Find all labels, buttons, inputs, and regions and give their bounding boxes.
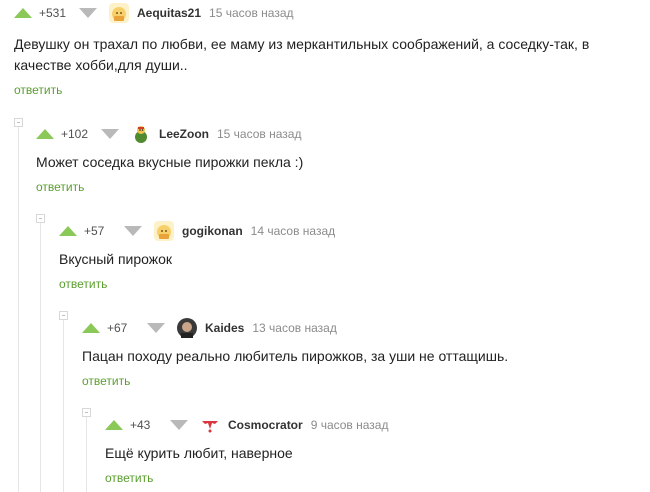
username[interactable]: Kaides xyxy=(205,321,244,335)
thread-line xyxy=(18,124,19,492)
username[interactable]: gogikonan xyxy=(182,224,243,238)
upvote-arrow-icon[interactable] xyxy=(105,420,123,430)
user-avatar[interactable] xyxy=(154,221,174,241)
username[interactable]: Cosmocrator xyxy=(228,418,303,432)
comment-time: 13 часов назад xyxy=(252,321,337,335)
cartoon-avatar-icon xyxy=(131,124,151,144)
comment-rating: +67 xyxy=(107,321,128,335)
username[interactable]: LeeZoon xyxy=(159,127,209,141)
comment-rating: +102 xyxy=(61,127,89,141)
comment-rating: +531 xyxy=(39,6,67,20)
reply-link[interactable]: ответить xyxy=(82,374,130,388)
comment-rating: +43 xyxy=(130,418,151,432)
comment-time: 14 часов назад xyxy=(250,224,336,238)
logo-avatar-icon xyxy=(200,415,220,435)
reply-link[interactable]: ответить xyxy=(105,471,153,485)
comment-time: 9 часов назад xyxy=(310,418,389,432)
upvote-arrow-icon[interactable] xyxy=(82,323,100,333)
default-avatar-icon xyxy=(109,3,129,23)
downvote-arrow-icon[interactable] xyxy=(170,420,188,430)
upvote-arrow-icon[interactable] xyxy=(14,8,32,18)
collapse-toggle[interactable] xyxy=(59,311,68,320)
comment-header: +102 LeeZoon 15 часов назад xyxy=(36,124,301,144)
downvote-arrow-icon[interactable] xyxy=(147,323,165,333)
collapse-toggle[interactable] xyxy=(82,408,91,417)
comment-text: Девушку он трахал по любви, ее маму из м… xyxy=(14,36,590,73)
default-avatar-icon xyxy=(154,221,174,241)
upvote-arrow-icon[interactable] xyxy=(59,226,77,236)
thread-line xyxy=(63,318,64,492)
upvote-arrow-icon[interactable] xyxy=(36,129,54,139)
thread-line xyxy=(86,414,87,492)
downvote-arrow-icon[interactable] xyxy=(101,129,119,139)
comment-header: +67 Kaides 13 часов назад xyxy=(82,318,337,338)
downvote-arrow-icon[interactable] xyxy=(79,8,97,18)
user-avatar[interactable] xyxy=(177,318,197,338)
reply-link[interactable]: ответить xyxy=(36,180,84,194)
comment-time: 15 часов назад xyxy=(217,127,302,141)
reply-link[interactable]: ответить xyxy=(14,83,62,97)
collapse-toggle[interactable] xyxy=(14,118,23,127)
downvote-arrow-icon[interactable] xyxy=(124,226,142,236)
photo-avatar-icon xyxy=(177,318,197,338)
reply-link[interactable]: ответить xyxy=(59,277,107,291)
user-avatar[interactable] xyxy=(109,3,129,23)
thread-line xyxy=(40,220,41,492)
user-avatar[interactable] xyxy=(200,415,220,435)
username[interactable]: Aequitas21 xyxy=(137,6,201,20)
comment-time: 15 часов назад xyxy=(209,6,294,20)
comment-rating: +57 xyxy=(84,224,105,238)
comment-header: +531 Aequitas21 15 часов назад xyxy=(14,3,294,23)
collapse-toggle[interactable] xyxy=(36,214,45,223)
comment-text: Может соседка вкусные пирожки пекла :) xyxy=(36,154,304,170)
user-avatar[interactable] xyxy=(131,124,151,144)
comment-header: +57 gogikonan 14 часов назад xyxy=(59,221,335,241)
comment-text: Пацан походу реально любитель пирожков, … xyxy=(82,348,509,364)
comment-header: +43 Cosmocrator 9 часов назад xyxy=(105,415,388,435)
comment-text: Ещё курить любит, наверное xyxy=(105,445,293,461)
comment-text: Вкусный пирожок xyxy=(59,251,173,267)
